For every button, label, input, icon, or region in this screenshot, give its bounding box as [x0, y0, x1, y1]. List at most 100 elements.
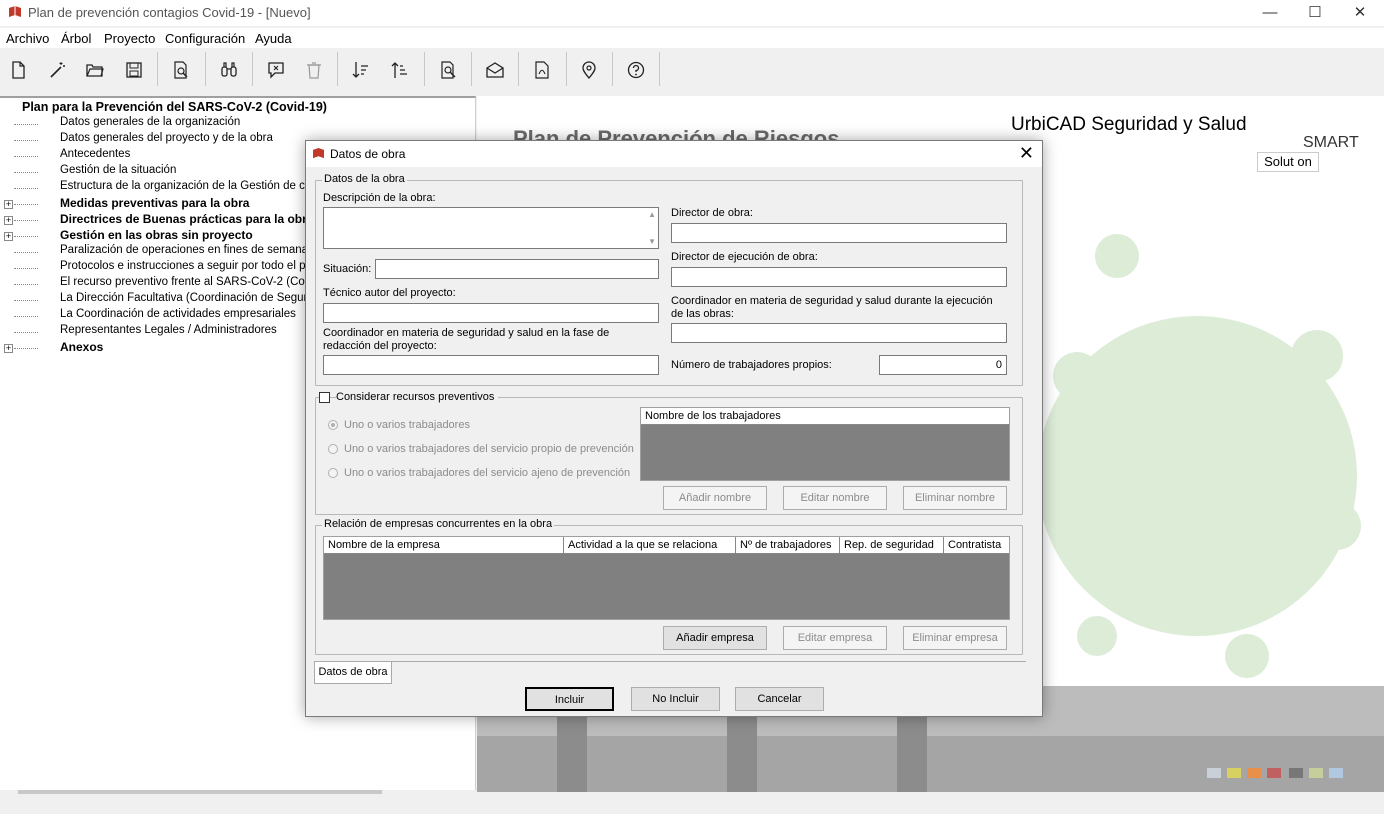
dialog-title: Datos de obra: [330, 147, 406, 161]
tree-connector: [14, 236, 38, 237]
tree-item[interactable]: Estructura de la organización de la Gest…: [60, 180, 327, 192]
tree-item[interactable]: Protocolos e instrucciones a seguir por …: [60, 260, 328, 272]
tecnico-input[interactable]: [323, 303, 659, 323]
tree-item[interactable]: Paralización de operaciones en fines de …: [60, 244, 330, 256]
tree-item[interactable]: Medidas preventivas para la obra: [60, 196, 249, 210]
minimize-button[interactable]: —: [1247, 0, 1293, 26]
incluir-button[interactable]: Incluir: [525, 687, 614, 711]
tree-item[interactable]: Gestión en las obras sin proyecto: [60, 228, 253, 242]
tree-item[interactable]: El recurso preventivo frente al SARS-CoV…: [60, 276, 330, 288]
tab-datos-obra[interactable]: Datos de obra: [314, 662, 392, 684]
coord-redaccion-label: Coordinador en materia de seguridad y sa…: [323, 327, 610, 352]
director-ejecucion-label: Director de ejecución de obra:: [671, 251, 818, 263]
radio-uno-varios[interactable]: [328, 420, 338, 430]
empresas-grid[interactable]: Nombre de la empresa Actividad a la que …: [323, 536, 1010, 620]
col-actividad[interactable]: Actividad a la que se relaciona: [564, 537, 736, 553]
anadir-empresa-button[interactable]: Añadir empresa: [663, 626, 767, 650]
brand-smart: SMART: [1303, 134, 1359, 151]
situacion-label: Situación:: [323, 263, 372, 275]
dialog-close-icon[interactable]: ✕: [1019, 143, 1034, 164]
expand-icon[interactable]: +: [4, 344, 13, 353]
open-folder-icon[interactable]: [79, 54, 111, 86]
tree-connector: [14, 348, 38, 349]
expand-icon[interactable]: +: [4, 200, 13, 209]
pdf-icon[interactable]: [526, 54, 558, 86]
eliminar-empresa-button[interactable]: Eliminar empresa: [903, 626, 1007, 650]
tree-item[interactable]: La Coordinación de actividades empresari…: [60, 308, 296, 320]
toolbar: [0, 48, 1384, 90]
location-pin-icon[interactable]: [573, 54, 605, 86]
tree-connector: [14, 316, 38, 317]
sort-ascending-icon[interactable]: [384, 54, 416, 86]
cancelar-button[interactable]: Cancelar: [735, 687, 824, 711]
menu-arbol[interactable]: Árbol: [61, 31, 91, 46]
tree-connector: [14, 268, 38, 269]
help-icon[interactable]: [620, 54, 652, 86]
new-document-icon[interactable]: [2, 54, 34, 86]
window-title: Plan de prevención contagios Covid-19 - …: [28, 5, 311, 20]
num-trabajadores-input[interactable]: 0: [879, 355, 1007, 375]
editar-nombre-button[interactable]: Editar nombre: [783, 486, 887, 510]
tree-connector: [14, 332, 38, 333]
save-icon[interactable]: [118, 54, 150, 86]
tree-item[interactable]: La Dirección Facultativa (Coordinación d…: [60, 292, 323, 304]
envelope-icon[interactable]: [479, 54, 511, 86]
trabajadores-grid[interactable]: Nombre de los trabajadores: [640, 407, 1010, 481]
radio-servicio-ajeno[interactable]: [328, 468, 338, 478]
dialog-book-icon: [313, 148, 324, 159]
tree-item[interactable]: Datos generales de la organización: [60, 116, 240, 128]
find-icon[interactable]: [213, 54, 245, 86]
magic-wand-icon[interactable]: [41, 54, 73, 86]
horizontal-scrollbar[interactable]: [0, 790, 476, 804]
recursos-checkbox[interactable]: [319, 392, 330, 403]
col-nombre-empresa[interactable]: Nombre de la empresa: [324, 537, 564, 553]
maximize-button[interactable]: ☐: [1292, 0, 1338, 26]
descripcion-textarea[interactable]: ▲ ▼: [323, 207, 659, 249]
print-preview-icon[interactable]: [165, 54, 197, 86]
anadir-nombre-button[interactable]: Añadir nombre: [663, 486, 767, 510]
director-ejecucion-input[interactable]: [671, 267, 1007, 287]
trabajadores-header: Nombre de los trabajadores: [645, 410, 781, 422]
menu-proyecto[interactable]: Proyecto: [104, 31, 155, 46]
radio-uno-varios-label: Uno o varios trabajadores: [344, 419, 470, 431]
menu-ayuda[interactable]: Ayuda: [255, 31, 292, 46]
expand-icon[interactable]: +: [4, 232, 13, 241]
menu-configuracion[interactable]: Configuración: [165, 31, 245, 46]
tree-connector: [14, 156, 38, 157]
tree-connector: [14, 220, 38, 221]
col-rep-seguridad[interactable]: Rep. de seguridad: [840, 537, 944, 553]
tree-item[interactable]: Gestión de la situación: [60, 164, 176, 176]
director-input[interactable]: [671, 223, 1007, 243]
group-label: Datos de la obra: [322, 173, 407, 185]
trash-icon[interactable]: [298, 54, 330, 86]
no-incluir-button[interactable]: No Incluir: [631, 687, 720, 711]
dialog-title-bar: Datos de obra ✕: [306, 141, 1042, 167]
brand-solution: Solut on: [1257, 152, 1319, 172]
tree-item[interactable]: Antecedentes: [60, 148, 130, 160]
situacion-input[interactable]: [375, 259, 659, 279]
editar-empresa-button[interactable]: Editar empresa: [783, 626, 887, 650]
menu-archivo[interactable]: Archivo: [6, 31, 49, 46]
tree-root[interactable]: Plan para la Prevención del SARS-CoV-2 (…: [22, 100, 327, 114]
eliminar-nombre-button[interactable]: Eliminar nombre: [903, 486, 1007, 510]
col-num-trabajadores[interactable]: Nº de trabajadores: [736, 537, 840, 553]
sort-descending-icon[interactable]: [345, 54, 377, 86]
document-search-icon[interactable]: [432, 54, 464, 86]
radio-servicio-propio-label: Uno o varios trabajadores del servicio p…: [344, 443, 634, 455]
tree-connector: [14, 140, 38, 141]
expand-icon[interactable]: +: [4, 216, 13, 225]
tree-item[interactable]: Anexos: [60, 340, 103, 354]
tree-item[interactable]: Datos generales del proyecto y de la obr…: [60, 132, 273, 144]
app-book-icon: [9, 6, 21, 17]
tree-connector: [14, 188, 38, 189]
col-contratista[interactable]: Contratista: [944, 537, 1009, 553]
tree-item[interactable]: Directrices de Buenas prácticas para la …: [60, 212, 307, 226]
radio-servicio-propio[interactable]: [328, 444, 338, 454]
coord-ejecucion-input[interactable]: [671, 323, 1007, 343]
coord-redaccion-input[interactable]: [323, 355, 659, 375]
close-window-button[interactable]: ✕: [1337, 0, 1383, 26]
title-bar: Plan de prevención contagios Covid-19 - …: [0, 0, 1384, 26]
tree-item[interactable]: Representantes Legales / Administradores: [60, 324, 277, 336]
comment-icon[interactable]: [260, 54, 292, 86]
group-label: Relación de empresas concurrentes en la …: [322, 518, 555, 530]
